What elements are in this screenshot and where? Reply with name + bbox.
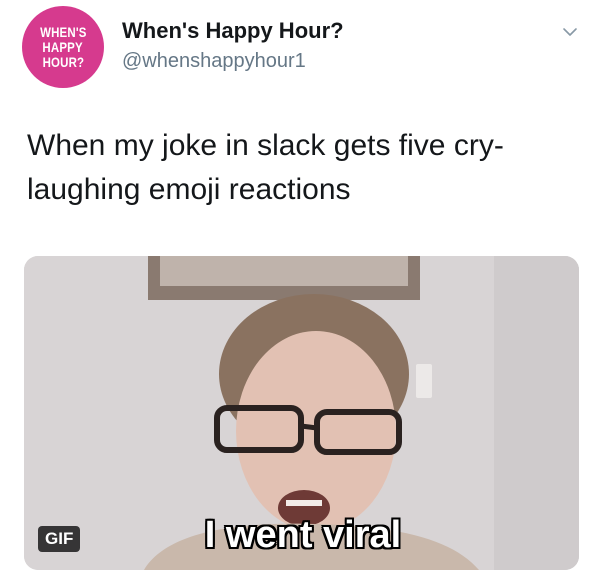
gif-media[interactable]: GIF I went viral <box>24 256 579 570</box>
avatar-text-line-3: HOUR? <box>42 53 84 70</box>
gif-badge: GIF <box>38 526 81 552</box>
user-handle[interactable]: @whenshappyhour1 <box>122 50 306 73</box>
tweet-text: When my joke in slack gets five cry-laug… <box>27 129 504 206</box>
avatar-text-line-2: HAPPY <box>42 38 84 55</box>
avatar[interactable]: WHEN'S HAPPY HOUR? <box>22 6 104 88</box>
avatar-text-line-1: WHEN'S <box>39 23 87 40</box>
tweet-card: WHEN'S HAPPY HOUR? When's Happy Hour? @w… <box>0 0 600 586</box>
gif-caption: I went viral <box>204 514 402 556</box>
chevron-down-icon[interactable] <box>562 24 578 40</box>
display-name[interactable]: When's Happy Hour? <box>122 18 344 44</box>
